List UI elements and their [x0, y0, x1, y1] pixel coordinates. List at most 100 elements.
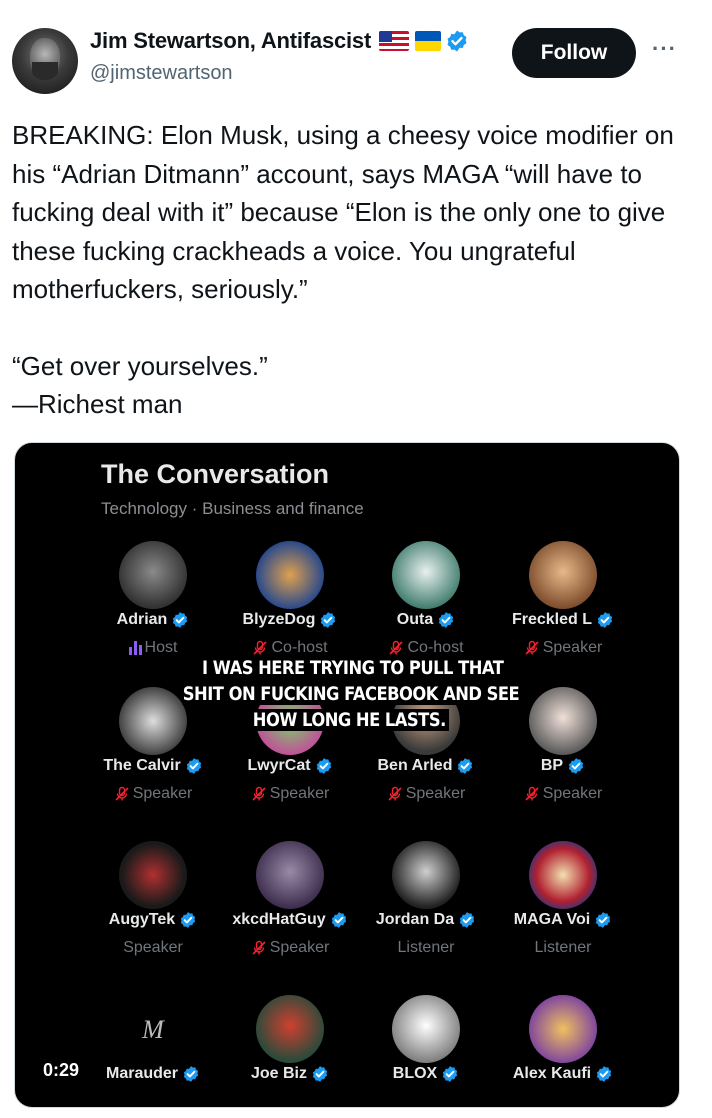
verified-badge-icon [443, 1066, 458, 1082]
participant-avatar[interactable] [392, 841, 460, 909]
participant-role: Listener [495, 939, 631, 957]
participant-name: Jordan Da [358, 911, 494, 929]
participant-name-text: Ben Arled [377, 757, 453, 774]
participant-role-text: Listener [534, 939, 592, 956]
participant-name-text: Outa [396, 611, 434, 628]
participant-name-text: LwyrCat [247, 757, 311, 774]
mic-off-icon [252, 786, 266, 801]
verified-badge-icon[interactable] [445, 29, 469, 53]
participant-avatar[interactable] [529, 841, 597, 909]
participant-name: Freckled L [495, 611, 631, 629]
author-handle[interactable]: @jimstewartson [90, 62, 233, 85]
verified-badge-icon [173, 612, 188, 628]
us-flag-icon [379, 31, 410, 51]
participant-card[interactable]: M Marauder [85, 995, 221, 1107]
mic-off-icon [253, 640, 268, 655]
verified-badge-icon [331, 912, 346, 928]
participant-avatar[interactable] [256, 541, 324, 609]
participant-name-text: xkcdHatGuy [232, 911, 326, 928]
author-avatar[interactable] [12, 28, 78, 94]
tweet-paragraph: —Richest man [12, 389, 183, 419]
participant-name: Ben Arled [358, 757, 494, 775]
mic-off-icon [252, 940, 266, 955]
participant-role-text: Host [144, 639, 178, 656]
mic-off-icon [525, 786, 539, 801]
participant-avatar[interactable] [392, 995, 460, 1063]
participant-name-text: BP [540, 757, 564, 774]
follow-button[interactable]: Follow [512, 28, 636, 78]
verified-badge-icon [596, 912, 611, 928]
avatar-beard [32, 62, 58, 80]
video-timer: 0:29 [35, 1057, 88, 1084]
participant-name: BlyzeDog [222, 611, 358, 629]
participant-role: Speaker [85, 939, 221, 957]
participant-name-text: Freckled L [511, 611, 593, 628]
verified-badge-icon [458, 758, 473, 774]
participant-avatar[interactable] [256, 841, 324, 909]
participant-avatar[interactable] [529, 687, 597, 755]
participant-name-text: MAGA Voi [513, 911, 591, 928]
author-name[interactable]: Jim Stewartson, Antifascist [90, 28, 371, 54]
verified-badge-icon [186, 758, 201, 774]
participant-role-text: Speaker [269, 939, 330, 956]
space-topics: Technology · Business and finance [101, 499, 364, 518]
marauder-logo-icon: M [142, 1015, 164, 1044]
participant-name-text: Adrian [116, 611, 168, 628]
participant-role: Listener [358, 939, 494, 957]
participant-role-text: Speaker [542, 639, 603, 656]
participant-role: Speaker [495, 785, 631, 803]
participant-name-text: Joe Biz [250, 1065, 307, 1082]
participant-card[interactable]: Jordan Da Listener [358, 841, 494, 991]
participant-avatar[interactable] [119, 841, 187, 909]
participant-role: Speaker [222, 785, 358, 803]
participant-name-text: Jordan Da [375, 911, 455, 928]
participant-role: Speaker [222, 939, 358, 957]
tweet-header: Jim Stewartson, Antifascist @jimstewarts… [12, 26, 702, 96]
participant-name-text: The Calvir [103, 757, 181, 774]
more-options-icon[interactable]: ··· [652, 36, 677, 62]
mic-off-icon [388, 786, 402, 801]
participant-card[interactable]: xkcdHatGuy Speaker [222, 841, 358, 991]
participant-name: Alex Kaufi [495, 1065, 631, 1083]
participant-name: AugyTek [85, 911, 221, 929]
speaking-bars-icon [128, 641, 142, 655]
video-caption: I WAS HERE TRYING TO PULL THAT SHIT ON F… [179, 655, 523, 733]
participant-card[interactable]: MAGA Voi Listener [495, 841, 631, 991]
participant-card[interactable]: BLOX [358, 995, 494, 1107]
author-name-row: Jim Stewartson, Antifascist [90, 28, 469, 54]
participant-card[interactable]: Alex Kaufi [495, 995, 631, 1107]
participant-name: Adrian [85, 611, 221, 629]
participant-name: xkcdHatGuy [222, 911, 358, 929]
tweet-paragraph: BREAKING: Elon Musk, using a cheesy voic… [12, 120, 674, 304]
participant-name-text: Marauder [105, 1065, 179, 1082]
participant-avatar[interactable] [119, 687, 187, 755]
participant-avatar[interactable] [529, 541, 597, 609]
participant-avatar[interactable] [119, 541, 187, 609]
participant-avatar[interactable] [256, 995, 324, 1063]
video-media[interactable]: The Conversation Technology · Business a… [14, 442, 680, 1108]
verified-badge-icon [568, 758, 584, 774]
participant-role-text: Speaker [405, 785, 466, 802]
participant-avatar[interactable] [529, 995, 597, 1063]
participant-name: Marauder [85, 1065, 221, 1083]
participant-avatar[interactable]: M [119, 995, 187, 1063]
participant-name-text: BLOX [392, 1065, 438, 1082]
verified-badge-icon [597, 612, 613, 628]
verified-badge-icon [316, 758, 331, 774]
participant-name: Joe Biz [222, 1065, 358, 1083]
verified-badge-icon [312, 1066, 328, 1082]
participant-name: BP [495, 757, 631, 775]
verified-badge-icon [439, 612, 454, 628]
participant-card[interactable]: AugyTek Speaker [85, 841, 221, 991]
verified-badge-icon [597, 1066, 612, 1082]
participant-card[interactable]: Joe Biz [222, 995, 358, 1107]
participant-role-text: Speaker [269, 785, 330, 802]
participant-role: Speaker [85, 785, 221, 803]
verified-badge-icon [183, 1066, 199, 1082]
mic-off-icon [389, 640, 404, 655]
participant-avatar[interactable] [392, 541, 460, 609]
tweet-paragraph: “Get over yourselves.” [12, 350, 268, 381]
participant-name-text: AugyTek [108, 911, 176, 928]
space-title: The Conversation [101, 459, 330, 489]
participant-role-text: Listener [397, 939, 455, 956]
